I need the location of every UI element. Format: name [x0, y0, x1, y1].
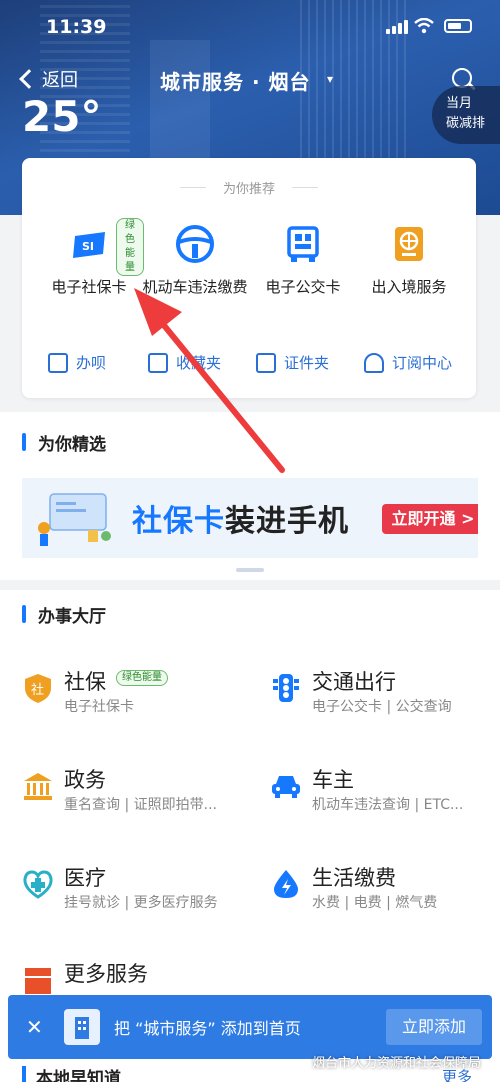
service-e-bus-card[interactable]: 电子公交卡	[248, 224, 358, 298]
tool-label: 收藏夹	[176, 354, 222, 372]
hall-item-government[interactable]: 政务 重名查询 | 证照即拍带...	[22, 764, 252, 824]
open-now-button[interactable]: 立即开通 >	[382, 504, 478, 534]
car-icon	[272, 776, 300, 798]
temperature: 25°	[22, 92, 102, 141]
tool-bar: 办呗 收藏夹 证件夹 订阅中心	[22, 352, 476, 382]
hall-item-car-owner[interactable]: 车主 机动车违法查询 | ETC...	[270, 764, 500, 824]
hall-title: 办事大厅	[22, 602, 106, 627]
service-label: 出入境服务	[371, 278, 447, 296]
hall-item-sub: 机动车违法查询 | ETC...	[312, 797, 464, 813]
hall-item-name: 车主	[312, 768, 354, 792]
hall-item-sub: 电子社保卡	[64, 699, 134, 715]
shield-icon: 社	[25, 674, 51, 703]
bus-qr-icon	[283, 224, 323, 264]
carbon-line2: 碳减排	[446, 116, 486, 131]
tool-label: 证件夹	[284, 354, 330, 372]
battery-icon	[444, 19, 472, 33]
service-entry-exit[interactable]: 出入境服务	[354, 224, 464, 298]
government-building-icon	[24, 773, 52, 800]
hall-item-name: 社保	[64, 670, 106, 694]
status-time: 11:39	[46, 16, 107, 38]
hall-item-sub: 重名查询 | 证照即拍带...	[64, 797, 217, 813]
tool-banbei[interactable]: 办呗	[48, 352, 106, 373]
hall-item-name: 更多服务	[64, 962, 148, 986]
id-card-icon	[256, 352, 276, 373]
hall-item-sub: 电子公交卡 | 公交查询	[312, 699, 452, 715]
social-card-banner[interactable]: 社保卡装进手机 立即开通 >	[22, 478, 478, 558]
recommend-title: 为你推荐	[22, 178, 476, 197]
signal-icon	[386, 20, 408, 34]
city-dropdown-icon[interactable]: ▾	[327, 72, 333, 86]
more-services-icon	[25, 968, 51, 994]
featured-title: 为你精选	[22, 430, 106, 455]
toast-message: 把 “城市服务” 添加到首页	[114, 1019, 301, 1038]
city-service-app-icon	[64, 1009, 100, 1045]
service-vehicle-fine[interactable]: 机动车违法缴费	[140, 224, 250, 298]
hall-item-social-security[interactable]: 社 社保 绿色能量 电子社保卡	[22, 666, 252, 726]
water-drop-icon	[274, 870, 298, 898]
wifi-icon	[414, 18, 434, 34]
medical-cross-icon	[23, 870, 53, 899]
social-security-card-icon: SI	[69, 224, 109, 264]
bell-icon	[364, 352, 384, 373]
svg-text:社: 社	[31, 682, 44, 698]
hall-item-transport[interactable]: 交通出行 电子公交卡 | 公交查询	[270, 666, 500, 726]
hall-item-medical[interactable]: 医疗 挂号就诊 | 更多医疗服务	[22, 862, 252, 922]
service-label: 电子公交卡	[265, 278, 341, 296]
tool-label: 订阅中心	[392, 354, 453, 372]
chevron-left-icon	[19, 69, 39, 89]
green-energy-tag: 绿色能量	[116, 670, 168, 686]
service-label: 电子社保卡	[51, 278, 127, 296]
banner-text: 社保卡装进手机	[132, 496, 349, 540]
carbon-line1: 当月	[446, 96, 473, 111]
hall-item-name: 医疗	[64, 866, 106, 890]
hall-item-sub: 挂号就诊 | 更多医疗服务	[64, 895, 218, 911]
passport-icon	[389, 224, 429, 264]
carbon-reduction-button[interactable]: 当月 碳减排	[432, 86, 500, 144]
banner-rest: 装进手机	[225, 504, 349, 539]
back-button[interactable]: 返回	[19, 66, 78, 92]
hall-item-sub: 水费 | 电费 | 燃气费	[312, 895, 438, 911]
svg-text:SI: SI	[82, 240, 94, 253]
add-to-home-toast: ✕ 把 “城市服务” 添加到首页 立即添加	[8, 995, 492, 1059]
banner-highlight: 社保卡	[132, 504, 225, 539]
banner-illustration	[38, 493, 111, 546]
carousel-indicator	[236, 568, 264, 572]
page-title[interactable]: 城市服务 · 烟台	[160, 66, 311, 95]
hall-item-name: 生活缴费	[312, 866, 396, 890]
tool-subscription[interactable]: 订阅中心	[364, 352, 452, 373]
close-icon[interactable]: ✕	[26, 1015, 43, 1039]
tool-favorites[interactable]: 收藏夹	[148, 352, 221, 373]
back-label: 返回	[42, 70, 78, 91]
calendar-icon	[48, 352, 68, 373]
watermark: 烟台市人力资源和社会保障局	[312, 1056, 482, 1071]
status-bar: 11:39	[0, 0, 500, 52]
folder-icon	[148, 352, 168, 373]
tool-id-folder[interactable]: 证件夹	[256, 352, 329, 373]
local-news-title: 本地早知道	[22, 1064, 121, 1082]
search-icon[interactable]	[452, 68, 472, 88]
steering-wheel-icon	[175, 224, 215, 264]
hall-item-utilities[interactable]: 生活缴费 水费 | 电费 | 燃气费	[270, 862, 500, 922]
hall-item-name: 交通出行	[312, 670, 396, 694]
add-now-button[interactable]: 立即添加	[386, 1009, 482, 1045]
service-label: 机动车违法缴费	[142, 278, 248, 296]
hall-item-name: 政务	[64, 768, 106, 792]
tool-label: 办呗	[76, 354, 107, 372]
service-e-social-card[interactable]: SI 绿色能量 电子社保卡	[34, 218, 144, 298]
traffic-light-icon	[273, 674, 299, 702]
recommend-card: 为你推荐 SI 绿色能量 电子社保卡 机动车违法缴费 电子公交卡 出入境服务 办…	[22, 158, 476, 398]
